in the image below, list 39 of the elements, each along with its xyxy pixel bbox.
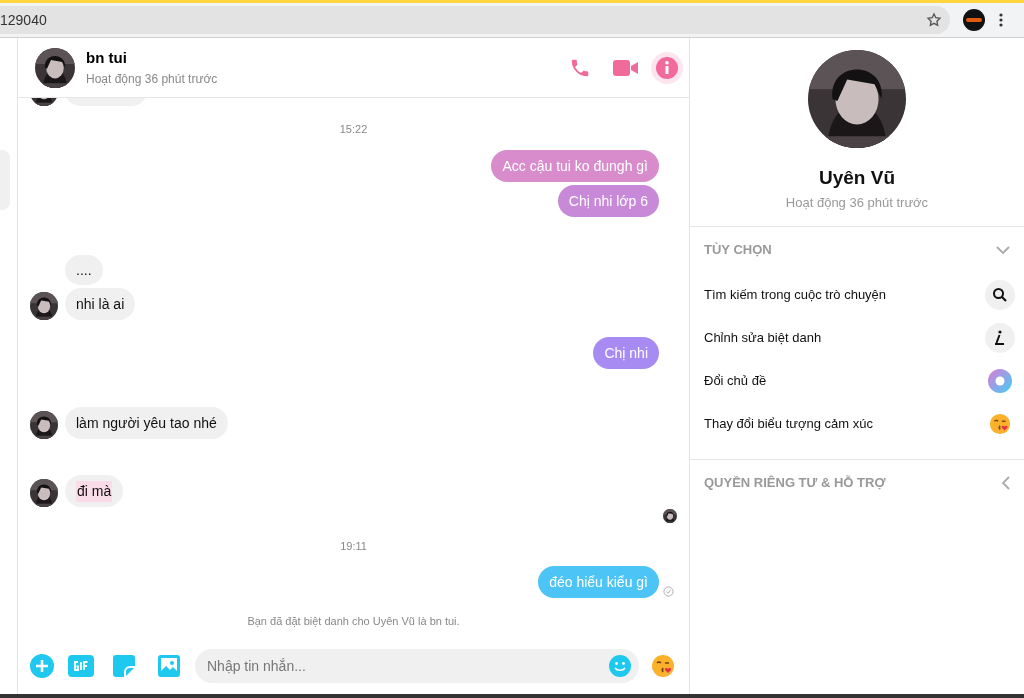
- message-bubble: Chị nhi: [593, 337, 659, 369]
- address-text: 129040: [0, 10, 47, 30]
- contact-status: Hoạt động 36 phút trước: [86, 70, 218, 88]
- message-bubble: Chị nhi lớp 6: [557, 185, 659, 217]
- message-bubble: đi mà: [65, 475, 124, 507]
- contact-name: bn tui: [86, 48, 128, 69]
- message-bubble: ....: [65, 255, 103, 285]
- video-camera-icon[interactable]: [613, 58, 639, 77]
- timestamp: 15:22: [338, 122, 368, 136]
- profile-name: Uyên Vũ: [819, 166, 895, 190]
- sticker-icon[interactable]: [113, 655, 135, 677]
- timestamp: 19:11: [339, 539, 367, 553]
- kissing-face-icon[interactable]: [651, 654, 675, 678]
- smiley-icon[interactable]: [609, 655, 631, 677]
- menu-icon[interactable]: [999, 13, 1003, 27]
- gif-icon[interactable]: [68, 654, 94, 678]
- kissing-face-icon[interactable]: [989, 412, 1011, 435]
- system-notice: Bạn đã đặt biệt danh cho Uyên Vũ là bn tui.: [246, 614, 460, 628]
- message-bubble: Acc cậu tui ko đungh gì: [491, 150, 659, 182]
- star-icon[interactable]: [926, 12, 942, 28]
- image-icon[interactable]: [158, 655, 180, 677]
- plus-icon[interactable]: [30, 654, 54, 678]
- search-icon[interactable]: [985, 279, 1015, 310]
- message-bubble: làm người yêu tao nhé: [65, 407, 228, 439]
- info-icon: [655, 55, 679, 80]
- option-row[interactable]: Thay đổi biểu tượng cảm xúc: [690, 402, 1024, 445]
- message-bubble: đéo hiểu kiểu gì: [538, 566, 659, 598]
- theme-icon[interactable]: [988, 368, 1012, 393]
- message-input[interactable]: Nhập tin nhắn...: [207, 655, 609, 677]
- option-row[interactable]: Đổi chủ đề: [690, 359, 1024, 402]
- address-bar[interactable]: 129040: [0, 6, 950, 34]
- message-bubble: nhi là ai: [65, 288, 136, 320]
- option-row[interactable]: Chỉnh sửa biệt danh: [690, 316, 1024, 359]
- profile-avatar[interactable]: [963, 9, 985, 31]
- message-field[interactable]: Nhập tin nhắn...: [195, 649, 639, 683]
- info-button[interactable]: [651, 51, 683, 84]
- option-row[interactable]: Tìm kiếm trong cuộc trò chuyện: [690, 273, 1024, 316]
- profile-status: Hoạt động 36 phút trước: [785, 193, 929, 212]
- pencil-icon[interactable]: [985, 322, 1015, 353]
